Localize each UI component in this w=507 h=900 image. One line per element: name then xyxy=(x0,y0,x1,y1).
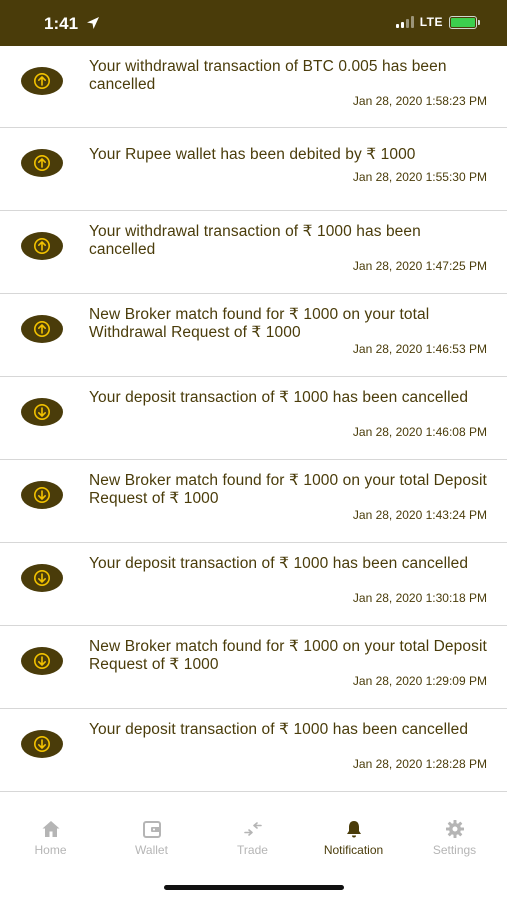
notification-message: Your deposit transaction of ₹ 1000 has b… xyxy=(89,555,469,572)
home-indicator[interactable] xyxy=(164,885,344,890)
notification-message: Your Rupee wallet has been debited by ₹ … xyxy=(89,146,416,163)
arrow-up-icon xyxy=(21,315,63,343)
tab-label: Trade xyxy=(237,843,268,857)
arrow-down-icon xyxy=(21,398,63,426)
notification-item[interactable]: New Broker match found for ₹ 1000 on you… xyxy=(0,626,507,709)
notification-item[interactable]: Your withdrawal transaction of BTC 0.005… xyxy=(0,46,507,128)
arrow-down-icon xyxy=(21,647,63,675)
tab-trade[interactable]: Trade xyxy=(202,818,303,857)
notification-timestamp: Jan 28, 2020 1:58:23 PM xyxy=(352,94,487,108)
notification-timestamp: Jan 28, 2020 1:46:53 PM xyxy=(352,342,487,356)
notification-timestamp: Jan 28, 2020 1:46:08 PM xyxy=(352,425,487,439)
notification-item[interactable]: Your deposit transaction of ₹ 1000 has b… xyxy=(0,709,507,792)
trade-arrows-icon xyxy=(243,822,262,836)
arrow-down-icon xyxy=(21,564,63,592)
arrow-up-icon xyxy=(21,149,63,177)
status-bar: 1:41 LTE xyxy=(0,0,507,46)
wallet-icon xyxy=(142,821,161,838)
tab-notification[interactable]: Notification xyxy=(303,818,404,857)
arrow-up-icon xyxy=(21,232,63,260)
notification-item[interactable]: New Broker match found for ₹ 1000 on you… xyxy=(0,294,507,377)
battery-icon xyxy=(449,15,480,29)
notification-timestamp: Jan 28, 2020 1:30:18 PM xyxy=(352,591,487,605)
arrow-up-icon xyxy=(21,67,63,95)
arrow-down-icon xyxy=(21,481,63,509)
notification-item[interactable]: Your deposit transaction of ₹ 1000 has b… xyxy=(0,543,507,626)
tab-label: Home xyxy=(34,843,67,857)
signal-strength-icon xyxy=(395,16,414,28)
status-indicators: LTE xyxy=(395,15,480,29)
notification-item[interactable]: Your Rupee wallet has been debited by ₹ … xyxy=(0,128,507,211)
bell-icon xyxy=(346,821,361,838)
notification-timestamp: Jan 28, 2020 1:28:28 PM xyxy=(352,757,487,771)
notification-item[interactable]: Your deposit transaction of ₹ 1000 has b… xyxy=(0,377,507,460)
notification-timestamp: Jan 28, 2020 1:47:25 PM xyxy=(352,259,487,273)
notification-item[interactable]: New Broker match found for ₹ 1000 on you… xyxy=(0,460,507,543)
home-icon xyxy=(42,821,59,837)
tab-settings[interactable]: Settings xyxy=(404,818,505,857)
notification-timestamp: Jan 28, 2020 1:29:09 PM xyxy=(352,674,487,688)
notification-list: Your withdrawal transaction of BTC 0.005… xyxy=(0,46,507,792)
notification-message: Your withdrawal transaction of BTC 0.005… xyxy=(89,58,447,93)
tab-home[interactable]: Home xyxy=(0,818,101,857)
network-type: LTE xyxy=(419,15,443,29)
tab-label: Settings xyxy=(432,843,477,857)
gear-icon xyxy=(445,820,464,838)
status-time: 1:41 xyxy=(44,14,79,33)
notification-timestamp: Jan 28, 2020 1:43:24 PM xyxy=(352,508,487,522)
arrow-down-icon xyxy=(21,730,63,758)
location-arrow-icon xyxy=(87,17,99,29)
notification-message: New Broker match found for ₹ 1000 on you… xyxy=(89,472,487,507)
tab-label: Notification xyxy=(323,843,384,857)
tab-label: Wallet xyxy=(135,843,168,857)
notification-timestamp: Jan 28, 2020 1:55:30 PM xyxy=(352,170,487,184)
notification-message: Your deposit transaction of ₹ 1000 has b… xyxy=(89,721,469,738)
tab-wallet[interactable]: Wallet xyxy=(101,818,202,857)
notification-message: Your withdrawal transaction of ₹ 1000 ha… xyxy=(89,223,421,258)
notification-message: New Broker match found for ₹ 1000 on you… xyxy=(89,638,487,673)
notification-message: New Broker match found for ₹ 1000 on you… xyxy=(89,306,430,341)
notification-item[interactable]: Your withdrawal transaction of ₹ 1000 ha… xyxy=(0,211,507,294)
notification-message: Your deposit transaction of ₹ 1000 has b… xyxy=(89,389,469,406)
